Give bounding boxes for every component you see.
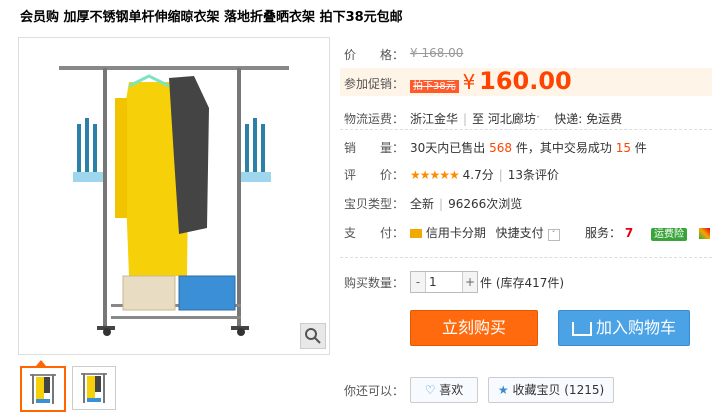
payment-label: 支 付：	[344, 226, 405, 240]
shipping-insurance-badge[interactable]: 运费险	[651, 228, 688, 241]
rating-stars-icon: ★★★★★	[410, 168, 460, 182]
service-label: 服务：	[585, 226, 622, 240]
shipping-info: 浙江金华 | 至 河北廊坊ˇ 快递: 免运费	[410, 112, 623, 126]
sales-label: 销 量：	[344, 141, 405, 155]
ship-to-dropdown[interactable]: 河北廊坊	[488, 112, 536, 126]
rating-label: 评 价：	[344, 168, 405, 182]
original-price: ¥ 168.00	[410, 46, 464, 60]
cart-icon	[571, 321, 592, 336]
promo-label: 参加促销：	[344, 77, 405, 91]
product-title: 会员购 加厚不锈钢单杆伸缩晾衣架 落地折叠晒衣架 拍下38元包邮	[20, 10, 403, 25]
thumbnail-1[interactable]	[20, 366, 66, 412]
ship-to-prefix: 至	[472, 112, 485, 126]
chevron-down-icon[interactable]: ˇ	[536, 116, 541, 126]
quick-pay[interactable]: 快捷支付	[496, 226, 544, 240]
thumbnail-2[interactable]	[72, 366, 116, 410]
quantity-plus-button[interactable]: +	[462, 272, 477, 292]
item-type-info: 全新 | 96266次浏览	[410, 197, 523, 211]
sales-post: 件	[634, 141, 647, 155]
favorite-label: 收藏宝贝 (1215)	[512, 383, 605, 397]
divider	[340, 129, 712, 130]
thumb-image-icon	[30, 374, 56, 404]
favorite-button[interactable]: ★ 收藏宝贝 (1215)	[488, 377, 614, 403]
clothes-rack-image	[59, 66, 289, 336]
credit-card-icon	[410, 229, 422, 238]
item-condition: 全新	[410, 197, 435, 211]
promo-tag: 拍下38元	[410, 80, 459, 93]
stock-info: 件 (库存417件)	[480, 276, 565, 290]
sales-count[interactable]: 568	[489, 141, 512, 155]
heart-icon: ♡	[424, 383, 436, 397]
sales-pre: 30天内已售出	[410, 141, 486, 155]
guarantee-icon[interactable]	[698, 228, 710, 239]
zoom-button[interactable]	[300, 323, 326, 349]
product-image[interactable]	[18, 37, 330, 355]
sales-success[interactable]: 15	[616, 141, 631, 155]
sales-info: 30天内已售出 568 件，其中交易成功 15 件	[410, 139, 647, 156]
ship-fee: 快递: 免运费	[554, 112, 623, 126]
thumb-image-icon	[81, 373, 107, 403]
sales-mid: 件，其中交易成功	[515, 141, 612, 155]
service-info: 服务： 7 运费险	[585, 224, 710, 241]
seven-day-return-icon[interactable]: 7	[625, 226, 633, 240]
promo-price-group: 拍下38元 ¥ 160.00	[410, 67, 572, 95]
item-type-label: 宝贝类型：	[344, 197, 405, 211]
star-icon: ★	[497, 383, 509, 397]
quantity-minus-button[interactable]: -	[411, 272, 426, 292]
promo-price: 160.00	[479, 67, 572, 95]
rating-info: ★★★★★ 4.7分 | 13条评价	[410, 168, 560, 182]
magnifier-icon	[305, 328, 321, 344]
buy-now-button[interactable]: 立刻购买	[410, 310, 538, 346]
payment-info: 信用卡分期 快捷支付 ˇ	[410, 224, 560, 241]
social-label: 你还可以：	[344, 384, 405, 398]
shipping-label: 物流运费：	[344, 112, 405, 126]
quantity-input[interactable]: 1	[427, 272, 463, 292]
like-button[interactable]: ♡ 喜欢	[410, 377, 478, 403]
yen-symbol: ¥	[462, 70, 476, 94]
rating-score: 4.7分	[462, 168, 494, 182]
item-views: 96266次浏览	[448, 197, 523, 211]
add-to-cart-button[interactable]: 加入购物车	[558, 310, 690, 346]
like-label: 喜欢	[439, 383, 464, 397]
credit-installment[interactable]: 信用卡分期	[426, 226, 486, 240]
chevron-down-icon[interactable]: ˇ	[547, 229, 560, 241]
quantity-stepper: - 1 +	[410, 271, 478, 293]
divider	[340, 257, 712, 258]
review-count-link[interactable]: 13条评价	[508, 168, 559, 182]
ship-from: 浙江金华	[410, 112, 459, 126]
quantity-label: 购买数量：	[344, 276, 405, 290]
add-to-cart-label: 加入购物车	[595, 318, 676, 337]
price-label: 价 格：	[344, 48, 405, 62]
